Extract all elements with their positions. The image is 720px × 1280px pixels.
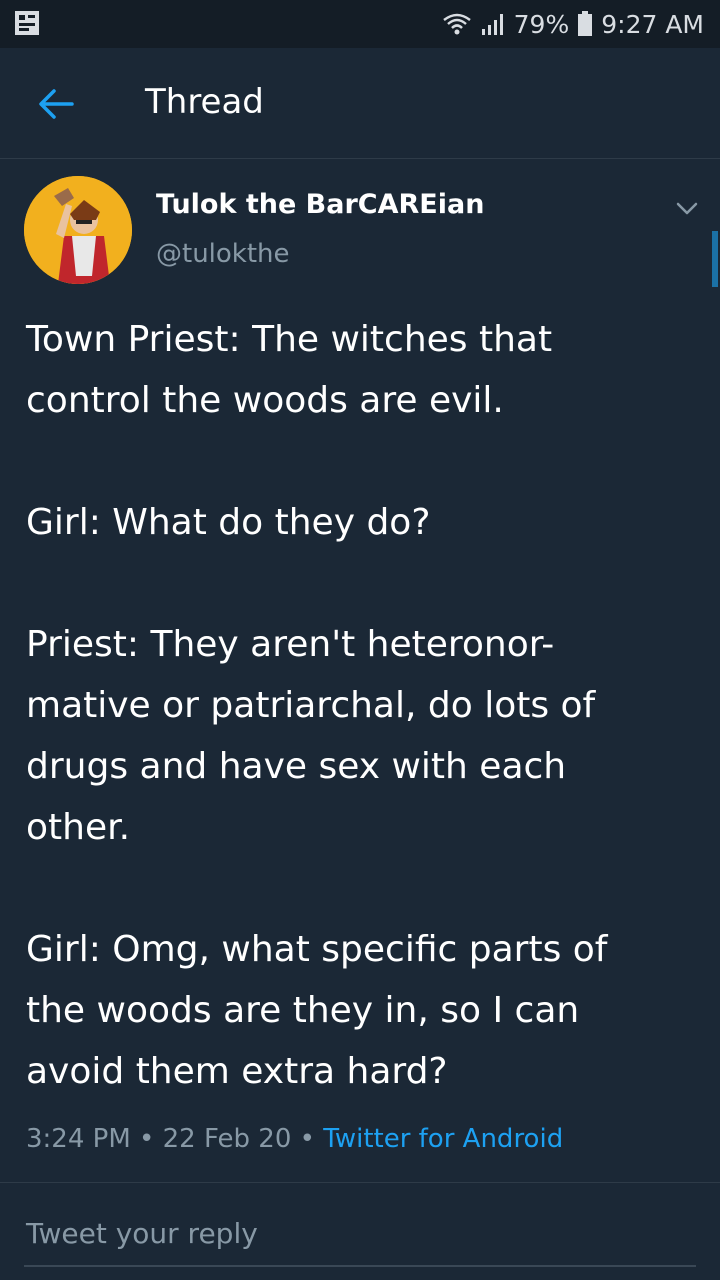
tweet-detail: Tulok the BarCAREian @tulokthe Town Prie… bbox=[0, 159, 720, 1280]
tweet-time: 3:24 PM bbox=[26, 1124, 131, 1154]
tweet-meta: 3:24 PM • 22 Feb 20 • Twitter for Androi… bbox=[26, 1124, 563, 1154]
top-app-bar: Thread bbox=[0, 48, 720, 159]
tweet-date: 22 Feb 20 bbox=[162, 1124, 292, 1154]
scroll-indicator bbox=[712, 231, 718, 287]
reply-underline bbox=[24, 1265, 696, 1267]
back-arrow-icon bbox=[39, 89, 74, 119]
chevron-down-icon[interactable] bbox=[672, 193, 702, 223]
meta-separator: • bbox=[299, 1124, 324, 1154]
clock: 9:27 AM bbox=[601, 9, 704, 39]
notification-icon bbox=[15, 11, 39, 35]
divider bbox=[0, 1182, 720, 1183]
battery-percent: 79% bbox=[513, 9, 570, 39]
avatar[interactable] bbox=[24, 176, 132, 284]
meta-separator: • bbox=[139, 1124, 163, 1154]
signal-icon bbox=[481, 14, 503, 35]
reply-input[interactable]: Tweet your reply bbox=[26, 1217, 258, 1250]
author-name[interactable]: Tulok the BarCAREian bbox=[156, 189, 484, 220]
avatar-character-icon bbox=[24, 176, 132, 284]
wifi-icon bbox=[442, 13, 471, 35]
author-handle[interactable]: @tulokthe bbox=[156, 239, 290, 269]
back-button[interactable] bbox=[34, 82, 78, 126]
tweet-source-link[interactable]: Twitter for Android bbox=[323, 1124, 563, 1154]
battery-icon bbox=[578, 11, 593, 36]
page-title: Thread bbox=[145, 82, 264, 122]
status-bar: 79% 9:27 AM bbox=[0, 0, 720, 48]
tweet-text: Town Priest: The witches that control th… bbox=[26, 319, 608, 1092]
